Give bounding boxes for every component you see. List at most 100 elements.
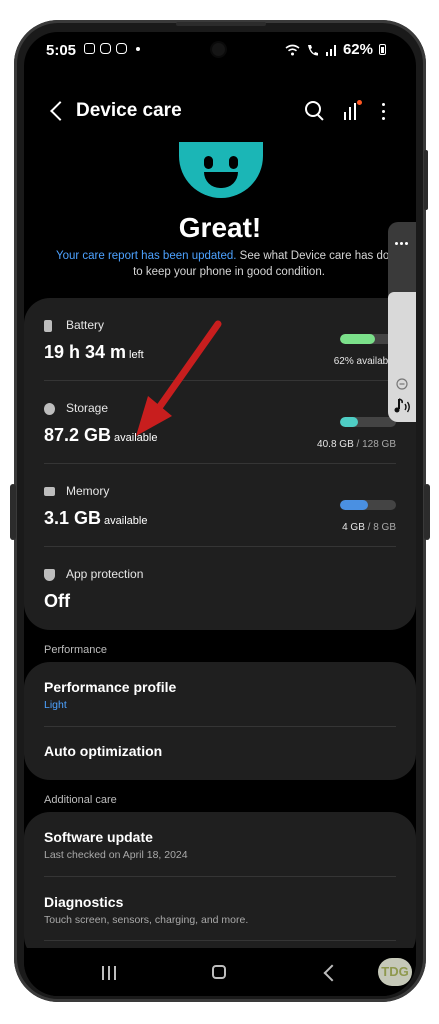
additional-care-card: Software update Last checked on April 18… (24, 812, 416, 962)
recent-apps-icon (114, 966, 116, 980)
back-button[interactable] (44, 98, 72, 126)
screen: 5:05 62% Device care Great! Your care re… (24, 32, 416, 996)
app-bar: Device care (24, 92, 416, 132)
new-badge-dot (357, 100, 362, 105)
storage-total: / 128 GB (353, 439, 396, 450)
care-report-link[interactable]: Your care report has been updated. (56, 250, 237, 262)
memory-bar (340, 500, 396, 510)
search-button[interactable] (302, 98, 328, 124)
memory-row[interactable]: Memory 3.1 GB available 4 GB / 8 GB (44, 482, 396, 544)
divider (44, 546, 396, 547)
auto-optimization-title: Auto optimization (44, 743, 163, 759)
status-headline: Great! (178, 212, 262, 243)
front-camera (212, 43, 225, 56)
memory-chip-icon (44, 487, 55, 496)
description-text-1: See what Device care has done (236, 250, 403, 262)
performance-profile-title: Performance profile (44, 679, 177, 695)
navigation-bar (24, 948, 416, 996)
recent-apps-icon (102, 966, 104, 980)
chart-bar-icon-part (344, 112, 346, 120)
site-watermark-logo: TDG (378, 958, 412, 986)
more-dot-icon (382, 110, 385, 113)
home-button[interactable] (212, 965, 226, 979)
instagram-notification-icon (100, 43, 111, 54)
section-title-performance: Performance (44, 644, 107, 656)
battery-icon (44, 320, 52, 332)
notification-icons (84, 43, 140, 54)
care-report-description: Your care report has been updated. See w… (44, 248, 414, 280)
recent-apps-button[interactable] (102, 966, 116, 980)
memory-value: 3.1 GB available (44, 508, 147, 529)
smiley-mouth (204, 172, 238, 188)
battery-bar-fill (340, 334, 375, 344)
software-update-title: Software update (44, 829, 153, 845)
more-options-button[interactable] (376, 100, 392, 122)
status-bar: 5:05 62% (24, 32, 416, 70)
divider (44, 940, 396, 941)
side-key (424, 150, 428, 210)
floating-volume-panel[interactable] (388, 222, 416, 422)
storage-bar-fill (340, 417, 358, 427)
app-protection-row[interactable]: App protection Off (44, 565, 396, 621)
battery-label: Battery (66, 318, 105, 332)
battery-caption: 62% available (333, 356, 396, 367)
hinge-left (10, 484, 16, 540)
instagram-notification-icon-2 (116, 43, 127, 54)
battery-time: 19 h 34 m (44, 342, 127, 362)
more-dot-icon (382, 103, 385, 106)
memory-total: / 8 GB (364, 522, 396, 533)
performance-card: Performance profile Light Auto optimizat… (24, 662, 416, 780)
shield-icon (44, 569, 55, 581)
software-update-subtitle: Last checked on April 18, 2024 (44, 849, 188, 861)
smiley-face-icon (179, 142, 263, 198)
panel-more-dot-icon (405, 242, 408, 245)
storage-used: 40.8 GB (317, 439, 354, 450)
storage-icon (44, 403, 55, 415)
diagnostics-title: Diagnostics (44, 894, 124, 910)
performance-profile-value: Light (44, 699, 67, 711)
battery-row[interactable]: Battery 19 h 34 m left 62% available (44, 316, 396, 378)
signal-icon (325, 44, 336, 56)
section-title-additional-care: Additional care (44, 794, 117, 806)
software-update-item[interactable]: Software update Last checked on April 18… (24, 812, 416, 876)
memory-suffix: available (104, 515, 148, 527)
wifi-calling-icon (307, 44, 318, 55)
diagnostics-subtitle: Touch screen, sensors, charging, and mor… (44, 914, 249, 926)
nav-back-button[interactable] (323, 964, 341, 982)
diagnostics-item[interactable]: Diagnostics Touch screen, sensors, charg… (24, 877, 416, 939)
volume-slider[interactable] (388, 292, 416, 422)
storage-bar (340, 417, 396, 427)
battery-value: 19 h 34 m left (44, 342, 144, 363)
auto-optimization-item[interactable]: Auto optimization (24, 727, 416, 779)
music-note-icon (394, 398, 410, 413)
more-notifications-icon (136, 46, 140, 51)
memory-label: Memory (66, 484, 110, 498)
minus-circle-icon (396, 378, 408, 390)
panel-more-dot-icon (400, 242, 403, 245)
more-dot-icon (382, 117, 385, 120)
smiley-eye (204, 156, 213, 169)
battery-icon (379, 44, 386, 55)
chart-bar-icon-part (349, 107, 351, 120)
divider (44, 463, 396, 464)
storage-suffix: available (114, 432, 158, 444)
page-title: Device care (76, 100, 182, 121)
divider (44, 380, 396, 381)
memory-used: 4 GB (342, 522, 365, 533)
battery-suffix: left (129, 349, 144, 361)
memory-bar-fill (340, 500, 368, 510)
performance-profile-item[interactable]: Performance profile Light (24, 662, 416, 726)
storage-row[interactable]: Storage 87.2 GB available 40.8 GB / 128 G… (44, 399, 396, 461)
smiley-eye (229, 156, 238, 169)
battery-percent: 62% (342, 41, 373, 58)
storage-label: Storage (66, 401, 109, 415)
status-time: 5:05 (46, 42, 77, 59)
hinge-right (424, 484, 430, 540)
wifi-icon (285, 44, 300, 55)
diagnostics-chart-button[interactable] (342, 100, 362, 120)
panel-more-dot-icon (395, 242, 398, 245)
status-right: 62% (285, 41, 386, 58)
memory-caption: 4 GB / 8 GB (342, 522, 396, 533)
storage-value: 87.2 GB available (44, 425, 157, 446)
gallery-notification-icon (84, 43, 95, 54)
